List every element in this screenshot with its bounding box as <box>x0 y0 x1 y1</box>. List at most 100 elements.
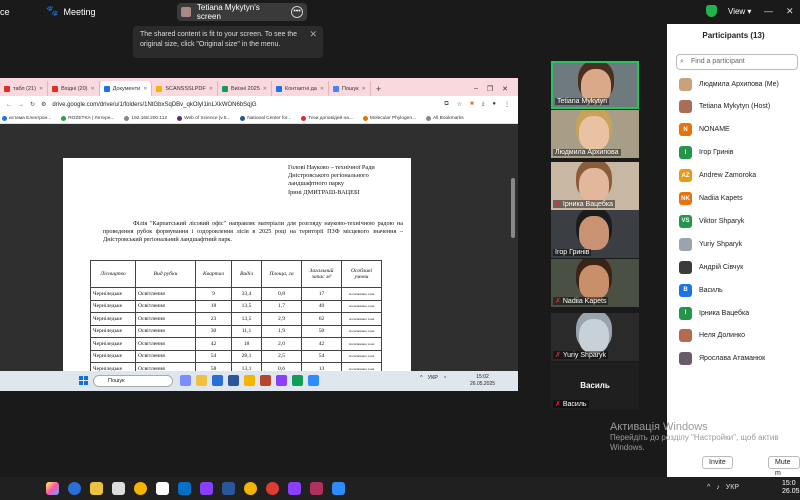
bookmark-item[interactable]: ROZETKA | Лнтерн... <box>61 115 114 121</box>
excel-icon[interactable] <box>292 375 303 386</box>
outlook-icon[interactable] <box>178 482 191 495</box>
zoom-icon[interactable] <box>332 482 345 495</box>
meeting-menu[interactable]: 🐾 Meeting <box>46 6 95 17</box>
mute-all-button[interactable]: Mute m <box>768 456 800 477</box>
minimize-button[interactable]: — <box>764 6 773 16</box>
bookmark-item[interactable]: Molecular Phylogen... <box>362 115 416 121</box>
browser-minimize-icon[interactable]: – <box>474 85 478 92</box>
browser-tab[interactable]: Документи ✕ <box>99 81 153 96</box>
url-field[interactable]: drive.google.com/drive/u/1/folders/1NtGb… <box>52 102 256 108</box>
tab-close-icon[interactable]: ✕ <box>39 86 43 92</box>
participant-item[interactable]: Tetiana Mykytyn (Host) <box>679 100 770 114</box>
profile-icon[interactable]: ● <box>492 101 496 108</box>
folder-icon[interactable] <box>196 375 207 386</box>
download-icon[interactable]: ⤓ <box>482 101 485 108</box>
participant-search-input[interactable]: ⌕ Find a participant <box>676 54 798 70</box>
browser-tab[interactable]: Контактні да ✕ <box>272 81 330 96</box>
word-icon[interactable] <box>222 482 235 495</box>
tray-language[interactable]: УКР <box>726 484 739 491</box>
tab-close-icon[interactable]: ✕ <box>143 86 147 92</box>
participant-item[interactable]: Людмила Архипова (Me) <box>679 77 779 91</box>
photos-icon[interactable] <box>156 482 169 495</box>
word-icon[interactable] <box>228 375 239 386</box>
shared-clock[interactable]: 15:02 26.05.2025 <box>470 374 495 387</box>
app-badge-icon[interactable] <box>310 482 323 495</box>
participant-item[interactable]: І Ірника Вацебка <box>679 306 749 320</box>
bookmark-item[interactable]: 192.168.200.112 <box>124 115 167 121</box>
app-icon[interactable] <box>180 375 191 386</box>
tab-close-icon[interactable]: ✕ <box>362 86 366 92</box>
browser-tab[interactable]: SCANSSSLPDF ✕ <box>152 81 218 96</box>
video-tile[interactable]: ✗ Yuriy Shparyk <box>551 313 639 361</box>
clock[interactable]: 15:0 26.05. <box>782 480 800 496</box>
tooltip-close-icon[interactable]: ✕ <box>309 29 317 39</box>
invite-button[interactable]: Invite <box>702 456 733 469</box>
store-icon[interactable] <box>112 482 125 495</box>
browser-tab[interactable]: Пошук ✕ <box>329 81 371 96</box>
participant-item[interactable]: Неля Долинко <box>679 329 745 343</box>
bookmark-item[interactable]: Тези доповідей на... <box>301 115 353 121</box>
file-explorer-icon[interactable] <box>90 482 103 495</box>
edge-icon[interactable] <box>68 482 81 495</box>
participant-item[interactable]: N NONAME <box>679 123 730 137</box>
bookmark-item[interactable]: All Bookmarks <box>426 115 464 121</box>
browser-tab[interactable]: табл (21) ✕ <box>0 81 49 96</box>
taskbar-search[interactable]: Пошук <box>93 375 173 387</box>
video-tile[interactable]: Людмила Архипова <box>551 110 639 158</box>
bookmark-item[interactable]: National Center for... <box>240 115 291 121</box>
wifi-icon[interactable]: ◔ <box>443 375 446 381</box>
participant-item[interactable]: І Ігор Гринів <box>679 146 733 160</box>
chrome-icon-2[interactable] <box>244 482 257 495</box>
viber-icon[interactable] <box>200 482 213 495</box>
zoom-icon[interactable] <box>308 375 319 386</box>
chrome-icon[interactable] <box>244 375 255 386</box>
powerpoint-icon[interactable] <box>260 375 271 386</box>
participant-item[interactable]: В Василь <box>679 283 723 297</box>
video-tile[interactable]: ✗ Ірника Вацебка <box>551 162 639 210</box>
tab-close-icon[interactable]: ✕ <box>263 86 267 92</box>
tab-close-icon[interactable]: ✕ <box>91 86 95 92</box>
more-options-icon[interactable]: ••• <box>291 6 303 18</box>
video-tile[interactable]: ✗ Nadiia Kapets <box>551 259 639 307</box>
video-tile[interactable]: Василь ✗ Василь <box>551 362 639 410</box>
video-tile[interactable]: Tetiana Mykytyn <box>551 61 639 109</box>
tray-language[interactable]: УКР <box>428 375 438 381</box>
shared-screen[interactable]: табл (21) ✕ Вхідні (20) ✕ Документи ✕ SCANSSSL… <box>0 78 518 391</box>
bookmark-item[interactable]: Web of Science [v.5... <box>177 115 230 121</box>
messenger-icon[interactable] <box>288 482 301 495</box>
reload-icon[interactable]: ↻ <box>30 101 35 108</box>
close-button[interactable]: ✕ <box>786 6 794 17</box>
forward-icon[interactable]: → <box>18 102 24 108</box>
browser-restore-icon[interactable]: ❐ <box>487 85 493 93</box>
sound-icon[interactable]: ♪ <box>716 484 720 491</box>
windows-start-icon[interactable] <box>79 376 88 385</box>
back-icon[interactable]: ← <box>6 102 12 108</box>
participant-item[interactable]: Ярослава Атаманюк <box>679 352 765 366</box>
bookmark-star-icon[interactable]: ☆ <box>457 101 462 108</box>
tray-chevron-icon[interactable]: ^ <box>707 484 710 491</box>
participant-item[interactable]: Андрій Сівчук <box>679 260 743 274</box>
tray-chevron-icon[interactable]: ^ <box>420 375 423 381</box>
screen-share-pill[interactable]: Tetiana Mykytyn's screen ••• <box>177 3 307 21</box>
tab-close-icon[interactable]: ✕ <box>209 86 213 92</box>
bookmark-item[interactable]: истема Електрон... <box>2 115 51 121</box>
browser-tab[interactable]: Вхідні (20) ✕ <box>48 81 100 96</box>
view-menu[interactable]: View ▾ <box>728 7 751 16</box>
chrome-icon[interactable] <box>134 482 147 495</box>
participant-item[interactable]: AZ Andrew Zamoroka <box>679 169 756 183</box>
new-tab-button[interactable]: + <box>371 81 386 96</box>
copilot-icon[interactable] <box>46 482 59 495</box>
site-info-icon[interactable]: ⚙ <box>41 101 46 108</box>
edge-icon[interactable] <box>212 375 223 386</box>
tab-close-icon[interactable]: ✕ <box>320 86 324 92</box>
viewer-scrollbar[interactable] <box>511 178 515 238</box>
participant-item[interactable]: VS Viktor Shparyk <box>679 214 744 228</box>
security-shield-icon[interactable] <box>706 5 717 17</box>
chrome-profile-icon[interactable] <box>266 482 279 495</box>
browser-close-icon[interactable]: ✕ <box>502 85 508 93</box>
participant-item[interactable]: NK Nadiia Kapets <box>679 192 743 206</box>
browser-menu-icon[interactable]: ⋮ <box>504 101 510 108</box>
install-icon[interactable]: ⧉ <box>444 101 448 108</box>
participant-item[interactable]: Yuriy Shparyk <box>679 237 742 251</box>
browser-tab[interactable]: Виїзні 2025 ✕ <box>218 81 272 96</box>
